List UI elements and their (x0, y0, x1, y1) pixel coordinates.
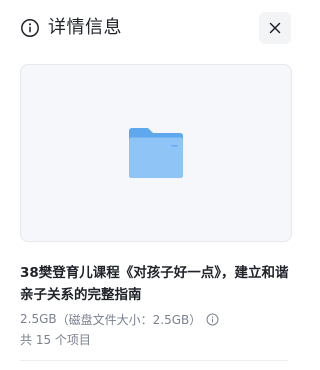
close-button[interactable] (259, 12, 291, 44)
info-circle-icon (21, 19, 39, 37)
divider (20, 360, 288, 361)
file-name: 38樊登育儿课程《对孩子好一点》，建立和谐亲子关系的完整指南 (20, 265, 289, 303)
details-panel: 详情信息 38樊登育儿课程《对孩子好一点》，建立和谐亲子关系的完整指南 2.5G… (0, 0, 307, 370)
info-circle-icon[interactable] (206, 313, 219, 326)
panel-header: 详情信息 (0, 0, 307, 56)
disk-file-size: （磁盘文件大小：2.5GB） (56, 312, 202, 327)
file-size: 2.5GB (20, 312, 57, 326)
file-preview (20, 64, 292, 242)
item-count: 共 15 个项目 (20, 333, 91, 347)
file-size-row: 2.5GB （磁盘文件大小：2.5GB） (20, 309, 219, 329)
folder-icon (129, 128, 183, 178)
close-icon (269, 22, 281, 34)
panel-title: 详情信息 (48, 17, 122, 38)
